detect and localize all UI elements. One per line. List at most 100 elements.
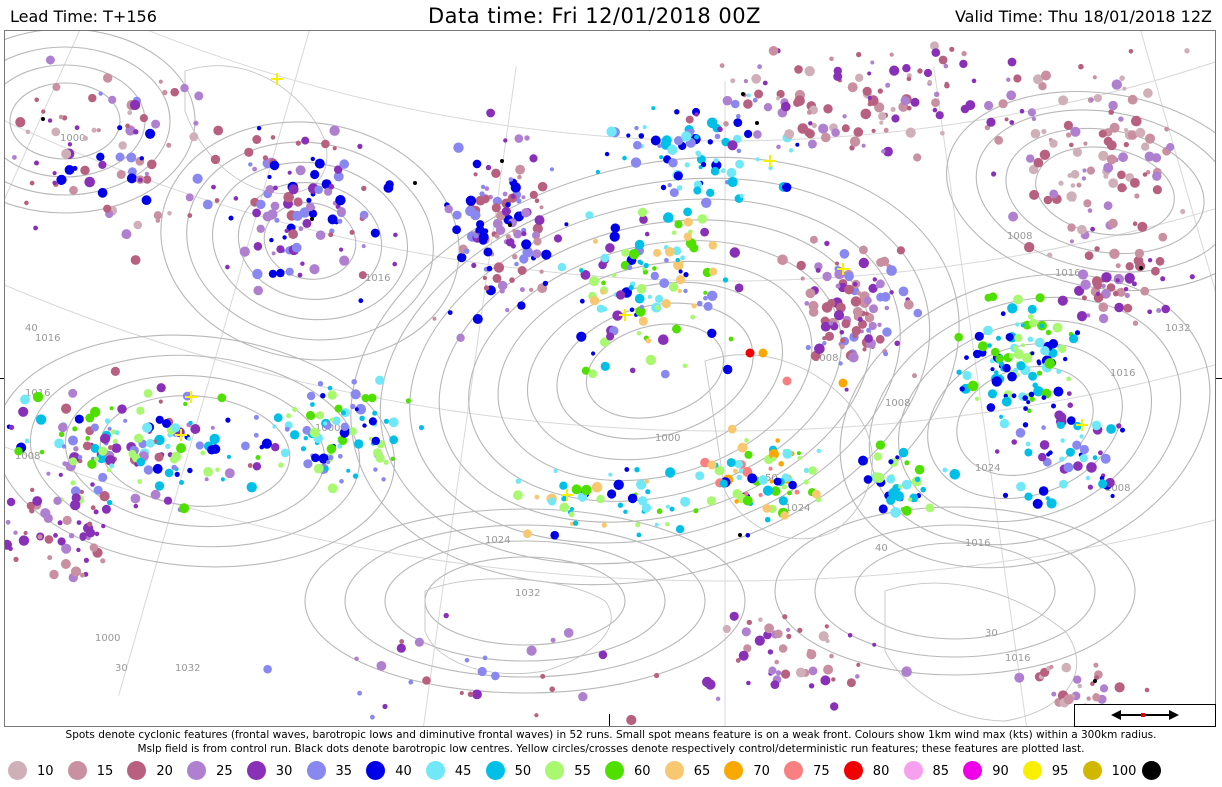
cyclone-spot xyxy=(1024,492,1033,501)
cyclone-spot xyxy=(1151,153,1162,163)
cyclone-spot xyxy=(707,328,717,338)
cyclone-spot xyxy=(774,659,779,665)
cyclone-spot xyxy=(821,302,833,313)
cyclone-spot xyxy=(463,248,470,254)
cyclone-spot xyxy=(728,336,734,342)
cyclone-spot xyxy=(900,96,910,106)
cyclone-spot xyxy=(137,479,143,484)
cyclone-spot xyxy=(844,284,854,295)
cyclone-spot xyxy=(707,460,717,470)
cyclone-spot xyxy=(40,508,51,519)
cyclone-spot xyxy=(1086,696,1091,701)
cyclone-spot xyxy=(339,247,344,252)
cyclone-spot xyxy=(636,283,647,294)
cyclone-spot xyxy=(1039,149,1051,160)
isobar xyxy=(5,31,196,214)
cyclone-spot xyxy=(935,111,944,120)
cyclone-spot xyxy=(707,290,718,301)
cyclone-spot xyxy=(764,516,771,523)
cyclone-spot xyxy=(681,131,692,142)
cyclone-spot xyxy=(683,207,692,217)
cyclone-spot xyxy=(1144,687,1150,693)
cyclone-spot xyxy=(986,403,996,412)
cyclone-spot xyxy=(83,557,89,563)
cyclone-spot xyxy=(600,361,610,371)
cyclone-spot xyxy=(870,60,875,65)
coastline xyxy=(884,582,1078,722)
cyclone-spot xyxy=(34,97,39,103)
isobar-label: 1016 xyxy=(1055,268,1080,279)
cyclone-spot xyxy=(768,466,773,471)
isobar-label: 1016 xyxy=(965,538,990,549)
cyclone-spot xyxy=(723,364,733,375)
cyclone-spot xyxy=(47,555,53,561)
cyclone-spot xyxy=(185,193,194,202)
cyclone-spot xyxy=(133,503,139,509)
cyclone-spot xyxy=(680,496,691,507)
cyclone-spot xyxy=(327,390,337,400)
legend-swatch xyxy=(306,761,326,780)
cyclone-spot xyxy=(309,264,320,275)
cyclone-spot xyxy=(611,273,617,278)
cyclone-spot xyxy=(62,461,68,467)
cyclone-spot xyxy=(775,670,782,676)
scale-arrow-box xyxy=(1074,704,1216,727)
cyclone-spot xyxy=(1022,395,1028,401)
cyclone-spot xyxy=(949,46,955,52)
cyclone-spot xyxy=(665,467,676,478)
cyclone-spot xyxy=(1090,226,1095,232)
wind-speed-legend: 10 15 20 25 30 35 40 45 50 55 60 65 70 75 80 85 90 95 100 xyxy=(0,758,1222,786)
cyclone-spot xyxy=(596,494,605,504)
cyclone-spot xyxy=(1067,173,1073,178)
cyclone-spot xyxy=(47,118,53,123)
cyclone-spot xyxy=(262,155,268,161)
cyclone-spot xyxy=(931,48,941,57)
barotropic-low xyxy=(755,121,759,125)
cyclone-spot xyxy=(1092,455,1098,461)
cyclone-spot xyxy=(521,239,532,250)
cyclone-spot xyxy=(875,440,886,450)
cyclone-spot xyxy=(503,138,508,143)
cyclone-spot xyxy=(529,287,534,292)
cyclone-spot xyxy=(696,152,702,158)
cyclone-spot xyxy=(741,627,751,637)
cyclone-spot xyxy=(730,78,736,84)
cyclone-spot xyxy=(672,324,681,334)
cyclone-spot xyxy=(891,114,900,123)
cyclone-spot xyxy=(902,64,911,73)
cyclone-spot xyxy=(53,496,62,505)
cyclone-spot xyxy=(98,160,107,169)
cyclone-spot xyxy=(781,101,791,112)
cyclone-spot xyxy=(1038,486,1049,496)
cyclone-spot xyxy=(408,679,414,685)
cyclone-spot xyxy=(145,438,155,448)
cyclone-spot xyxy=(1092,75,1097,80)
cyclone-spot xyxy=(769,479,774,484)
cyclone-spot xyxy=(108,95,117,104)
cyclone-spot xyxy=(90,423,99,432)
cyclone-spot xyxy=(310,156,315,162)
legend-label: 95 xyxy=(1051,764,1069,779)
cyclone-spot xyxy=(143,389,153,398)
cyclone-spot xyxy=(1111,79,1123,90)
cyclone-spot xyxy=(72,165,78,171)
cyclone-spot xyxy=(693,508,699,514)
cyclone-spot xyxy=(774,629,783,639)
cyclone-spot xyxy=(678,269,683,274)
legend-swatch xyxy=(366,761,386,780)
isobar xyxy=(344,524,706,678)
cyclone-spot xyxy=(225,417,231,423)
cyclone-spot xyxy=(794,65,803,74)
cyclone-spot xyxy=(1013,74,1022,83)
cyclone-spot xyxy=(502,191,508,197)
cyclone-spot xyxy=(533,237,542,246)
cyclone-spot xyxy=(72,426,78,432)
cyclone-feature-map[interactable]: 1000 1008 1016 1024 1032 1000 1008 1016 1024 1024… xyxy=(4,30,1216,727)
cyclone-spot xyxy=(1098,302,1109,313)
cyclone-spot xyxy=(1083,141,1088,146)
isobar xyxy=(814,524,1096,658)
cyclone-spot xyxy=(683,272,689,278)
cyclone-spot xyxy=(244,147,254,157)
cyclone-spot xyxy=(210,425,215,430)
cyclone-spot xyxy=(847,633,853,638)
